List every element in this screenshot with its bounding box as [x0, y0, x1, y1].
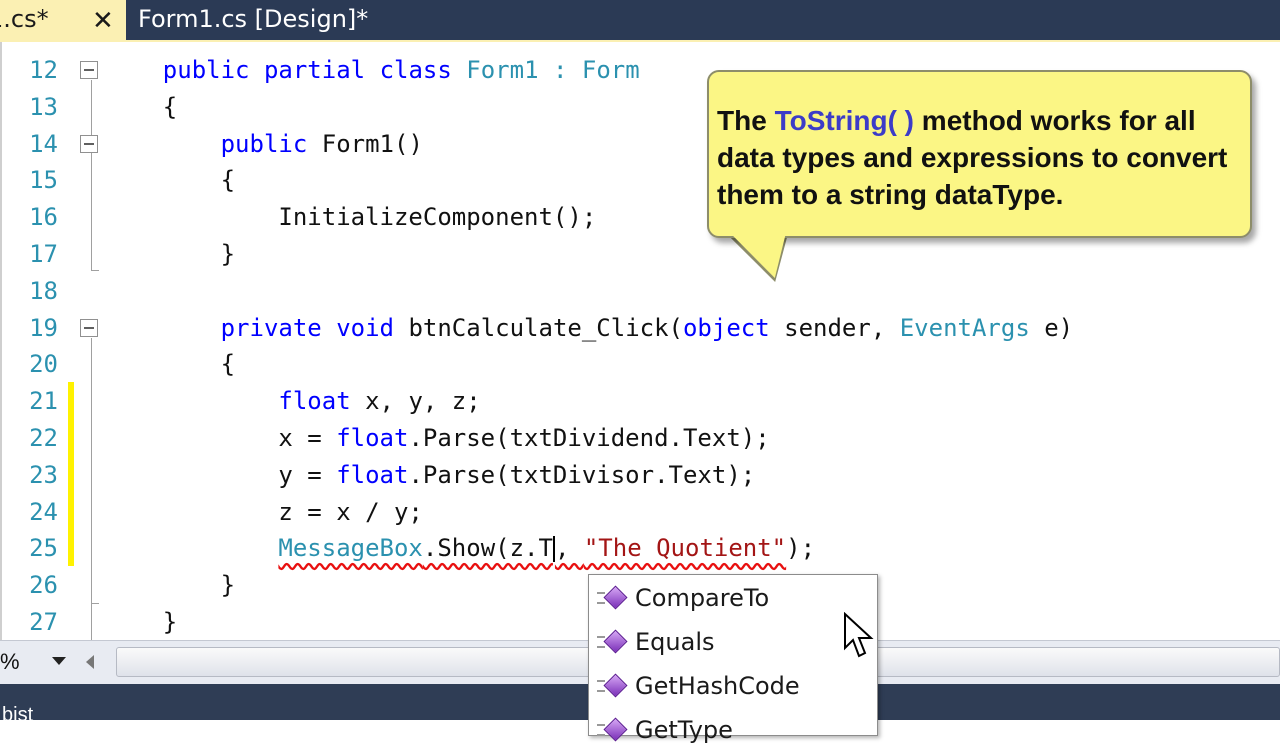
tab-form1-cs[interactable]: 1.cs* ✕ [0, 0, 126, 40]
line-number: 19 [29, 313, 58, 342]
completion-item[interactable]: CompareTo [597, 576, 769, 620]
code-text: ); [786, 534, 816, 563]
keyword: object [682, 313, 770, 342]
keyword: float [278, 387, 351, 416]
keyword: partial [263, 56, 366, 84]
keyword: public [162, 56, 250, 84]
completion-item[interactable]: Equals [597, 620, 715, 664]
code-text: .Parse(txtDivisor.Text); [408, 460, 756, 489]
type-name: Form1 [466, 56, 539, 84]
zoom-level[interactable]: % [0, 649, 20, 675]
code-line-23: y = float.Parse(txtDivisor.Text); [105, 457, 1073, 494]
completion-item-label: GetType [635, 716, 733, 744]
callout-text: The ToString( ) method works for all dat… [717, 102, 1247, 213]
chevron-down-icon[interactable] [52, 657, 66, 665]
code-text: x = [278, 423, 337, 452]
code-line-19: private void btnCalculate_Click(object s… [105, 310, 1074, 347]
line-number: 14 [29, 129, 58, 158]
code-line-21: float x, y, z; [105, 383, 1073, 420]
bottom-panel-label: bist [2, 704, 34, 726]
keyword: private [220, 313, 322, 342]
collapse-toggle-icon[interactable] [80, 319, 98, 337]
line-number: 13 [29, 92, 58, 121]
code-line-22: x = float.Parse(txtDividend.Text); [105, 420, 1073, 457]
code-text: { [220, 166, 236, 195]
line-number: 12 [29, 56, 58, 84]
code-text: .Show(z.T [422, 534, 553, 563]
code-text: InitializeComponent(); [278, 203, 597, 232]
tab-form1-design[interactable]: Form1.cs [Design]* [126, 0, 386, 40]
code-text: } [162, 607, 178, 636]
completion-item[interactable]: GetHashCode [597, 664, 800, 708]
keyword: float [336, 460, 409, 489]
mouse-pointer-icon [844, 612, 874, 658]
code-text: x, y, z; [350, 387, 481, 416]
method-icon [597, 673, 628, 698]
code-line-20: { [105, 346, 1073, 383]
type-name: Form [581, 56, 640, 84]
method-icon [597, 585, 628, 610]
line-number: 27 [29, 607, 58, 636]
line-number: 16 [29, 203, 58, 232]
completion-item-label: GetHashCode [635, 672, 800, 700]
code-text: } [220, 239, 236, 268]
code-line-17: } [105, 236, 1073, 273]
code-text: : [538, 56, 582, 84]
outline-end-tick [91, 270, 99, 271]
code-text: y = [278, 460, 337, 489]
code-text: , [554, 534, 584, 563]
line-number: 21 [29, 387, 58, 416]
code-line-25: MessageBox.Show(z.T, "The Quotient"); [105, 530, 1073, 567]
code-text: .Parse(txtDividend.Text); [408, 423, 770, 452]
tab-label: 1.cs* [0, 5, 49, 33]
code-text: btnCalculate_Click( [394, 313, 683, 342]
code-text: z = x / y; [278, 497, 423, 526]
scroll-left-arrow-icon[interactable] [86, 655, 94, 669]
document-tab-bar: 1.cs* ✕ Form1.cs [Design]* [0, 0, 1280, 40]
method-icon [597, 717, 628, 742]
code-line-24: z = x / y; [105, 494, 1073, 531]
keyword: void [336, 313, 394, 342]
code-text: { [162, 92, 178, 121]
close-icon[interactable]: ✕ [92, 6, 114, 36]
line-number: 20 [29, 350, 58, 379]
code-text: } [220, 571, 236, 600]
tab-label: Form1.cs [Design]* [138, 5, 369, 33]
callout-bubble: The ToString( ) method works for all dat… [707, 70, 1252, 238]
line-number: 17 [29, 239, 58, 268]
code-text: e) [1029, 313, 1074, 342]
method-icon [597, 629, 628, 654]
intellisense-completion-list[interactable]: CompareTo Equals GetHashCode GetType [588, 574, 878, 744]
line-number: 24 [29, 497, 58, 526]
string-literal: "The Quotient" [583, 534, 787, 563]
line-number: 23 [29, 460, 58, 489]
line-number-gutter: 12 13 14 15 16 17 18 19 20 21 22 23 24 2… [0, 52, 60, 641]
code-text: Form1() [307, 129, 423, 158]
error-squiggle: MessageBox.Show(z.T, "The Quotient" [278, 534, 787, 563]
line-number: 26 [29, 571, 58, 600]
line-number: 18 [29, 276, 58, 305]
completion-item-label: Equals [635, 628, 715, 656]
outline-guide [91, 338, 92, 640]
line-number: 22 [29, 423, 58, 452]
type-name: EventArgs [899, 313, 1030, 342]
keyword: class [379, 56, 452, 84]
callout-highlight: ToString( ) [774, 105, 915, 136]
completion-item[interactable]: GetType [597, 708, 733, 752]
line-number: 25 [29, 534, 58, 563]
change-tracking-bar [68, 382, 74, 566]
line-number: 15 [29, 166, 58, 195]
code-text: sender, [769, 313, 900, 342]
code-text: { [220, 350, 236, 379]
completion-item-label: CompareTo [635, 584, 770, 612]
outline-end-tick [91, 603, 99, 604]
keyword: public [220, 129, 308, 158]
outline-guide [91, 80, 92, 270]
type-name: MessageBox [278, 534, 423, 563]
callout-text-part: The [717, 105, 775, 136]
collapse-toggle-icon[interactable] [80, 61, 98, 79]
keyword: float [336, 423, 409, 452]
collapse-toggle-icon[interactable] [80, 135, 98, 153]
